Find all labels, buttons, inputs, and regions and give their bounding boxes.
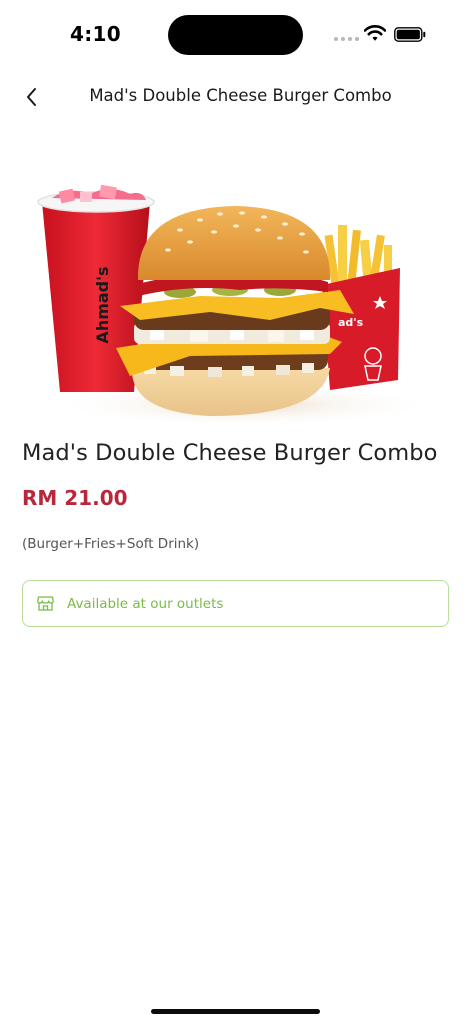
product-name: Mad's Double Cheese Burger Combo [22, 440, 438, 466]
wifi-icon [364, 25, 386, 41]
availability-banner: Available at our outlets [22, 580, 449, 627]
header: Mad's Double Cheese Burger Combo [0, 75, 471, 120]
product-price: RM 21.00 [22, 486, 128, 510]
dynamic-island [168, 15, 303, 55]
product-description: (Burger+Fries+Soft Drink) [22, 536, 200, 552]
burger [116, 206, 354, 416]
status-time: 4:10 [70, 22, 121, 46]
signal-icon [334, 37, 359, 41]
status-bar: 4:10 [0, 0, 471, 70]
product-image: Ahmad's ad's [37, 184, 435, 427]
home-indicator[interactable] [151, 1009, 320, 1014]
availability-label: Available at our outlets [67, 595, 224, 612]
store-icon [37, 596, 54, 611]
battery-icon [394, 27, 426, 42]
svg-text:ad's: ad's [338, 316, 364, 329]
svg-text:Ahmad's: Ahmad's [93, 266, 112, 343]
page-title: Mad's Double Cheese Burger Combo [89, 86, 392, 105]
